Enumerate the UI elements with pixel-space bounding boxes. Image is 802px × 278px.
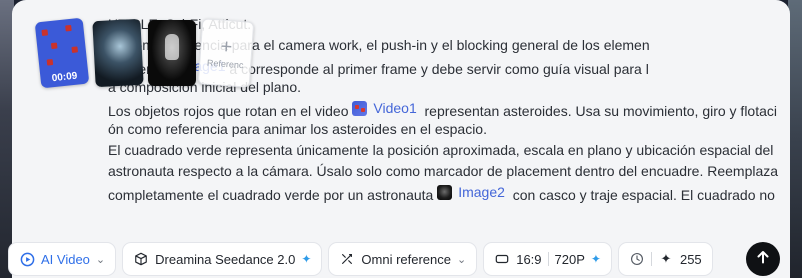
video1-token-thumbnail xyxy=(352,101,368,116)
cube-icon xyxy=(133,251,149,267)
prompt-panel: UTICLE: Sci-Fi, Atticut.o1 como referenc… xyxy=(12,0,790,278)
model-label: Dreamina Seedance 2.0 xyxy=(155,251,296,267)
mode-label: AI Video xyxy=(41,251,90,267)
aspect-ratio-icon xyxy=(494,251,510,267)
astronaut-silhouette xyxy=(165,34,179,60)
prompt-text-segment: a corresponde al primer frame y debe ser… xyxy=(225,61,649,77)
sparkle-icon: ✦ xyxy=(590,252,601,266)
prompt-line: El cuadrado verde representa únicamente … xyxy=(108,140,786,161)
prompt-text-segment: con casco y traje espacial. El cuadrado … xyxy=(504,187,775,203)
arrow-up-icon xyxy=(755,249,771,270)
ratio-resolution-selector[interactable]: 16:9 720P ✦ xyxy=(483,242,612,276)
omni-reference-icon xyxy=(339,251,355,267)
prompt-text-segment: completamente el cuadrado verde por un a… xyxy=(108,187,438,203)
prompt-text-segment: Los objetos rojos que rotan en el video xyxy=(108,103,353,119)
reference-mode-selector[interactable]: Omni reference ⌄ xyxy=(328,242,478,276)
duration-credits-selector[interactable]: ✦ 255 xyxy=(617,242,713,276)
divider xyxy=(650,252,652,266)
add-reference-button[interactable]: + Referenc xyxy=(197,18,255,88)
prompt-line: ón como referencia para animar los aster… xyxy=(108,119,786,140)
video1-token-label: Video1 xyxy=(373,100,417,116)
credits-value: 255 xyxy=(679,251,702,267)
prompt-line: astronauta respecto a la cámara. Úsalo s… xyxy=(108,161,786,182)
ratio-label: 16:9 xyxy=(516,251,542,267)
send-button[interactable] xyxy=(746,242,780,276)
model-selector[interactable]: Dreamina Seedance 2.0 ✦ xyxy=(122,242,323,276)
prompt-text-segment: ón como referencia para animar los aster… xyxy=(108,121,487,137)
generation-toolbar: AI Video ⌄ Dreamina Seedance 2.0 ✦ Omni … xyxy=(8,240,786,278)
credits-sparkle-icon: ✦ xyxy=(660,251,672,266)
image2-reference-token[interactable]: Image2 xyxy=(437,182,505,203)
asteroid-shape xyxy=(46,59,54,66)
resolution-label: 720P xyxy=(554,251,585,267)
divider xyxy=(547,252,549,266)
asteroid-shape xyxy=(50,42,58,50)
asteroid-shape xyxy=(71,46,79,53)
image1-reference-thumbnail[interactable] xyxy=(92,18,144,88)
plus-icon: + xyxy=(219,35,234,59)
sparkle-icon: ✦ xyxy=(301,252,312,266)
asteroid-shape xyxy=(41,29,49,36)
asteroid-shape xyxy=(65,24,72,32)
video1-reference-token[interactable]: Video1 xyxy=(352,98,417,119)
chevron-down-icon: ⌄ xyxy=(95,253,106,266)
prompt-line: completamente el cuadrado verde por un a… xyxy=(108,182,786,203)
image2-token-label: Image2 xyxy=(458,184,505,200)
image2-token-thumbnail xyxy=(437,185,453,200)
video-reference-thumbnail[interactable]: 00:09 xyxy=(34,17,90,89)
video-duration: 00:09 xyxy=(51,70,78,85)
prompt-text-segment: astronauta respecto a la cámara. Úsalo s… xyxy=(108,163,779,179)
image2-reference-thumbnail[interactable] xyxy=(148,20,196,86)
clock-icon xyxy=(629,251,645,267)
background-right-edge xyxy=(788,0,802,278)
prompt-text-segment: representan asteroides. Usa su movimient… xyxy=(416,103,778,119)
prompt-text-segment: El cuadrado verde representa únicamente … xyxy=(108,142,774,158)
play-circle-icon xyxy=(19,251,35,267)
prompt-line: Los objetos rojos que rotan en el video … xyxy=(108,98,786,119)
chevron-down-icon: ⌄ xyxy=(457,253,467,266)
add-reference-label: Referenc xyxy=(206,57,244,71)
reference-mode-label: Omni reference xyxy=(361,251,451,267)
mode-selector[interactable]: AI Video ⌄ xyxy=(8,242,117,276)
